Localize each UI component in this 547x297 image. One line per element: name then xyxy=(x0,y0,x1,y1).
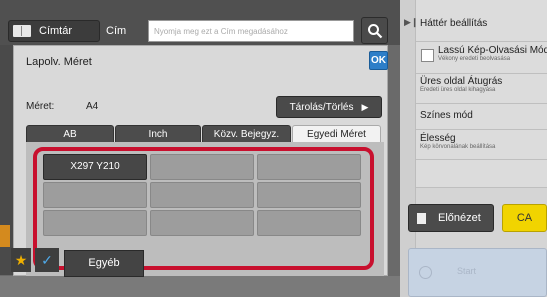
store-delete-button[interactable]: Tárolás/Törlés ▶ xyxy=(276,96,382,118)
start-label: Start xyxy=(457,266,477,276)
size-value: A4 xyxy=(86,101,99,112)
background-setting-label: Háttér beállítás xyxy=(420,18,488,29)
checkmark-icon[interactable]: ✓ xyxy=(35,248,59,272)
address-label: Cím xyxy=(106,25,127,37)
bottom-bar xyxy=(0,276,400,297)
color-mode-title: Színes mód xyxy=(420,110,473,121)
tab-common-entry[interactable]: Közv. Bejegyz. xyxy=(202,125,291,143)
top-bar: Címtár Cím Nyomja meg ezt a Cím megadásá… xyxy=(0,0,400,45)
custom-size-slot-1[interactable]: X297 Y210 xyxy=(43,154,147,180)
address-book-icon xyxy=(13,25,31,37)
custom-size-slot-5[interactable] xyxy=(150,182,254,208)
custom-size-slot-8[interactable] xyxy=(150,210,254,236)
favorites-star-icon[interactable]: ★ xyxy=(11,248,31,272)
start-icon xyxy=(419,266,432,279)
ok-button[interactable]: OK xyxy=(369,51,388,70)
paper-size-dialog: Lapolv. Méret OK Méret: A4 Tárolás/Törlé… xyxy=(13,45,388,276)
custom-size-slot-2[interactable] xyxy=(150,154,254,180)
ca-button[interactable]: CA xyxy=(502,204,547,232)
search-icon xyxy=(368,24,383,39)
slow-scan-sub: Vékony eredeti beolvasása xyxy=(438,56,511,62)
slow-scan-item[interactable]: Lassú Kép-Olvasási Mód Vékony eredeti be… xyxy=(416,42,547,74)
sharpness-item[interactable]: Élesség Kép körvonalának beállítása xyxy=(416,130,547,160)
address-book-label: Címtár xyxy=(39,25,72,37)
copy-screen: Címtár Cím Nyomja meg ezt a Cím megadásá… xyxy=(0,0,547,297)
sharpness-title: Élesség xyxy=(420,133,456,144)
store-delete-label: Tárolás/Törlés xyxy=(289,101,354,113)
dialog-title: Lapolv. Méret xyxy=(26,56,92,68)
color-mode-item[interactable]: Színes mód xyxy=(416,104,547,130)
tab-custom-size[interactable]: Egyedi Méret xyxy=(292,125,381,143)
size-tabs: AB Inch Közv. Bejegyz. Egyedi Méret xyxy=(26,125,381,143)
sharpness-sub: Kép körvonalának beállítása xyxy=(420,144,496,150)
size-label: Méret: xyxy=(26,101,55,112)
left-edge-strip xyxy=(0,45,13,275)
slow-scan-title: Lassú Kép-Olvasási Mód xyxy=(438,45,547,56)
preview-button[interactable]: Előnézet xyxy=(408,204,494,232)
skip-blank-sub: Eredeti üres oldal kihagyása xyxy=(420,87,496,93)
custom-size-slot-6[interactable] xyxy=(257,182,361,208)
address-book-button[interactable]: Címtár xyxy=(8,20,100,42)
preview-label: Előnézet xyxy=(438,212,481,224)
background-setting-item[interactable]: Háttér beállítás xyxy=(416,0,547,42)
address-input[interactable]: Nyomja meg ezt a Cím megadásához xyxy=(148,20,354,42)
start-button[interactable]: Start xyxy=(408,248,547,297)
other-button[interactable]: Egyéb xyxy=(64,250,144,277)
tab-ab[interactable]: AB xyxy=(26,125,114,143)
side-tab[interactable] xyxy=(0,225,10,247)
custom-size-slot-3[interactable] xyxy=(257,154,361,180)
skip-blank-title: Üres oldal Átugrás xyxy=(420,76,503,87)
empty-setting-item[interactable] xyxy=(416,160,547,188)
custom-size-slot-9[interactable] xyxy=(257,210,361,236)
search-button[interactable] xyxy=(361,17,388,44)
slow-scan-checkbox[interactable] xyxy=(421,49,434,62)
custom-size-slot-4[interactable] xyxy=(43,182,147,208)
skip-blank-item[interactable]: Üres oldal Átugrás Eredeti üres oldal ki… xyxy=(416,74,547,104)
arrow-right-icon: ▶ xyxy=(361,101,369,112)
preview-icon xyxy=(417,212,426,224)
tab-inch[interactable]: Inch xyxy=(115,125,201,143)
custom-size-slot-7[interactable] xyxy=(43,210,147,236)
